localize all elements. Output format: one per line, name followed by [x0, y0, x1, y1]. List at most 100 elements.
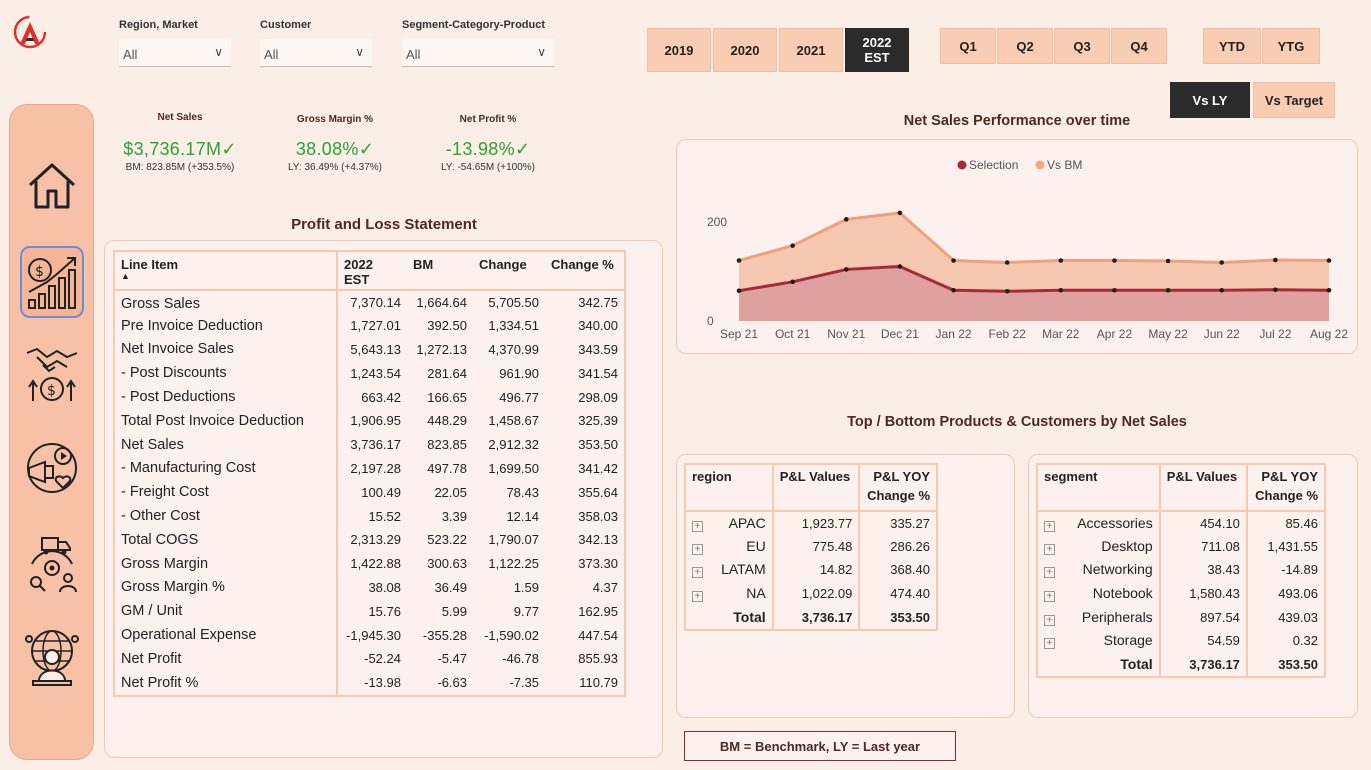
pl-line-item: Total Post Invoice Deduction [115, 408, 338, 433]
expand-icon[interactable]: + [1044, 520, 1055, 532]
segment-row[interactable]: + Accessories 454.10 85.46 [1038, 511, 1324, 535]
year-button-2019[interactable]: 2019 [647, 28, 711, 72]
pl-line-item: Gross Sales [115, 290, 338, 314]
topbottom-title: Top / Bottom Products & Customers by Net… [847, 414, 1187, 430]
filter-dropdown[interactable]: All ∨ [260, 39, 372, 67]
pl-row[interactable]: Gross Sales 7,370.14 1,664.64 5,705.50 342.7… [115, 290, 624, 314]
data-point [1219, 287, 1225, 293]
region-header[interactable]: region [686, 465, 774, 512]
data-point [1273, 287, 1278, 293]
nav-supply-chain[interactable] [20, 532, 84, 596]
region-row[interactable]: + EU 775.48 286.26 [686, 534, 936, 559]
x-tick-label: Nov 21 [827, 327, 865, 341]
pl-header-current[interactable]: 2022 EST [337, 252, 407, 291]
pl-row[interactable]: Gross Margin 1,422.88 300.63 1,122.25 373.30 [115, 551, 624, 576]
expand-icon[interactable]: + [1044, 543, 1055, 555]
data-point [897, 264, 903, 269]
ytg-button[interactable]: YTG [1262, 28, 1320, 64]
pl-row[interactable]: - Post Deductions 663.42 166.65 496.77 298.0… [115, 385, 624, 409]
pl-cell-value: 281.64 [427, 365, 467, 381]
home-icon [28, 163, 76, 209]
expand-icon[interactable]: + [1044, 567, 1055, 579]
region-yoy-header[interactable]: P&L YOY Change % [859, 465, 936, 512]
nav-sales[interactable]: $ [20, 342, 84, 406]
region-values-header[interactable]: P&L Values [772, 465, 861, 512]
pl-header-bm[interactable]: BM [407, 252, 473, 291]
year-button-2021[interactable]: 2021 [779, 28, 843, 72]
pl-row[interactable]: - Manufacturing Cost 2,197.28 497.78 1,699.… [115, 456, 624, 481]
expand-icon[interactable]: + [1044, 591, 1055, 603]
year-button-2022-est[interactable]: 2022 EST [845, 28, 909, 72]
pl-line-item: Net Sales [115, 432, 338, 457]
expand-icon[interactable]: + [1044, 638, 1055, 650]
expand-icon[interactable]: + [1044, 614, 1055, 626]
region-row[interactable]: + APAC 1,923.77 335.27 [686, 511, 936, 535]
pl-header-change-pct[interactable]: Change % [545, 252, 624, 291]
filter-segment-category-product[interactable]: Segment-Category-Product All ∨ [402, 19, 554, 67]
pl-row[interactable]: GM / Unit 15.76 5.99 9.77 162.95 [115, 599, 624, 624]
pl-cell-value: -13.98 [364, 675, 401, 691]
pl-cell-value: 342.75 [578, 294, 618, 310]
segment-row[interactable]: + Networking 38.43 -14.89 [1038, 558, 1324, 582]
expand-icon[interactable]: + [692, 591, 703, 603]
year-button-2020[interactable]: 2020 [713, 28, 777, 72]
segment-header[interactable]: segment [1038, 465, 1161, 512]
pl-cell-value: -1,590.02 [484, 627, 539, 643]
segment-row[interactable]: + Desktop 711.08 1,431.55 [1038, 534, 1324, 559]
nav-home[interactable] [20, 153, 84, 217]
filter-value: All [123, 47, 138, 62]
segment-row[interactable]: + Notebook 1,580.43 493.06 [1038, 581, 1324, 606]
filter-dropdown[interactable]: All ∨ [402, 39, 554, 67]
pl-row[interactable]: Operational Expense -1,945.30 -355.28 -1,59… [115, 623, 624, 647]
nav-executive[interactable] [20, 624, 84, 688]
segment-yoy-header[interactable]: P&L YOY Change % [1246, 465, 1324, 512]
region-row[interactable]: + LATAM 14.82 368.40 [686, 558, 936, 582]
segment-row[interactable]: + Storage 54.59 0.32 [1038, 628, 1324, 653]
segment-values-header[interactable]: P&L Values [1159, 465, 1248, 512]
pl-row[interactable]: - Other Cost 15.52 3.39 12.14 358.03 [115, 504, 624, 528]
pl-row[interactable]: Total COGS 2,313.29 523.22 1,790.07 342.13 [115, 527, 624, 552]
data-point [951, 258, 956, 263]
filter-customer[interactable]: Customer All ∨ [260, 19, 372, 67]
filter-region-market[interactable]: Region, Market All ∨ [119, 19, 231, 67]
x-tick-label: Aug 22 [1310, 327, 1348, 341]
pl-cell-value: 12.14 [506, 508, 539, 524]
nav-finance[interactable]: $ [20, 246, 84, 318]
kpi-title: Gross Margin % [296, 114, 374, 125]
pl-cell-value: 1,727.01 [350, 318, 401, 334]
data-point [1058, 258, 1064, 263]
pl-header-change[interactable]: Change [473, 252, 545, 291]
segment-table-container: segment P&L Values P&L YOY Change % + Acc… [1036, 463, 1326, 679]
quarter-button-q1[interactable]: Q1 [940, 28, 996, 64]
pl-row[interactable]: - Post Discounts 1,243.54 281.64 961.90 341.… [115, 361, 624, 386]
region-table: region P&L Values P&L YOY Change % + APAC… [686, 465, 936, 629]
filter-dropdown[interactable]: All ∨ [119, 39, 231, 67]
pl-row[interactable]: Net Profit % -13.98 -6.63 -7.35 110.79 [115, 670, 624, 695]
segment-row-label: Networking [1082, 561, 1153, 578]
pl-row[interactable]: Net Invoice Sales 5,643.13 1,272.13 4,370.9… [115, 337, 624, 362]
pl-cell-value: 4.37 [592, 579, 618, 595]
pl-row[interactable]: Total Post Invoice Deduction 1,906.95 448.… [115, 408, 624, 433]
quarter-button-q2[interactable]: Q2 [997, 28, 1053, 64]
x-tick-label: May 22 [1148, 327, 1188, 341]
segment-row-value: -14.89 [1281, 562, 1318, 578]
pl-row[interactable]: Gross Margin % 38.08 36.49 1.59 4.37 [115, 575, 624, 600]
expand-icon[interactable]: + [692, 543, 703, 555]
region-row-value: 474.40 [890, 586, 930, 602]
pl-cell-value: 15.76 [368, 603, 401, 619]
pl-cell-value: -6.63 [437, 675, 467, 691]
expand-icon[interactable]: + [692, 520, 703, 532]
data-point [843, 217, 849, 222]
pl-header-line-item[interactable]: Line Item ▲ [115, 252, 338, 291]
expand-icon[interactable]: + [692, 567, 703, 579]
nav-marketing[interactable] [20, 438, 84, 502]
segment-row[interactable]: + Peripherals 897.54 439.03 [1038, 605, 1324, 629]
pl-row[interactable]: Net Sales 3,736.17 823.85 2,912.32 353.50 [115, 432, 624, 457]
pl-row[interactable]: - Freight Cost 100.49 22.05 78.43 355.64 [115, 480, 624, 505]
region-row[interactable]: + NA 1,022.09 474.40 [686, 581, 936, 606]
quarter-button-q3[interactable]: Q3 [1054, 28, 1110, 64]
pl-row[interactable]: Pre Invoice Deduction 1,727.01 392.50 1,334… [115, 313, 624, 338]
quarter-button-q4[interactable]: Q4 [1111, 28, 1167, 64]
pl-row[interactable]: Net Profit -52.24 -5.47 -46.78 855.93 [115, 646, 624, 671]
ytd-button[interactable]: YTD [1203, 28, 1261, 64]
